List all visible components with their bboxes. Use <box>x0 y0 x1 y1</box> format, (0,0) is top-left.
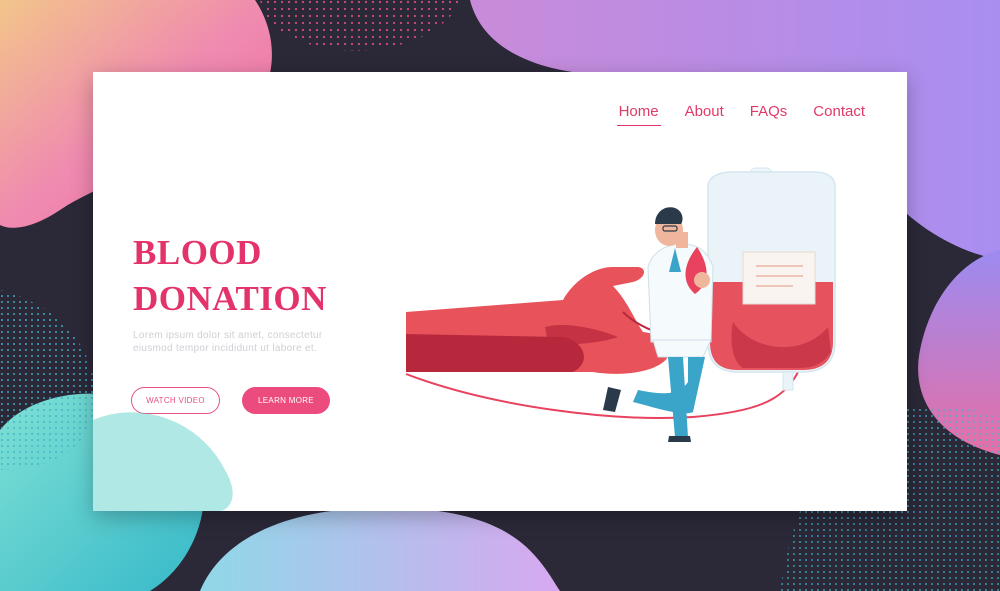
blood-donation-illustration <box>405 167 836 442</box>
arm-illustration <box>406 267 670 374</box>
blood-tube <box>405 371 799 419</box>
blood-bag-icon <box>707 167 836 391</box>
landing-card: Home About FAQs Contact BLOOD DONATION L… <box>93 72 907 511</box>
